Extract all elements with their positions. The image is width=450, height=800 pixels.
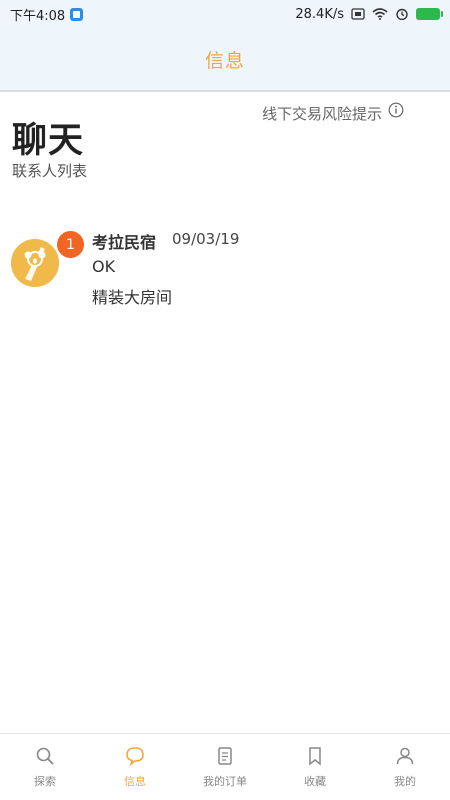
unread-badge: 1 [57,231,84,258]
nav-item-messages[interactable]: 信息 [90,734,180,800]
bottom-nav: 探索 信息 我的订单 收藏 我的 [0,733,450,800]
nav-label-messages: 信息 [124,775,146,788]
app-bar-title: 信息 [204,49,245,72]
nav-item-favorites[interactable]: 收藏 [270,734,360,800]
alarm-icon [396,8,408,20]
risk-tip-label: 线下交易风险提示 [261,105,382,123]
info-icon[interactable] [388,102,404,118]
nav-label-explore: 探索 [34,775,56,788]
page-subtitle: 联系人列表 [12,162,88,180]
nav-label-orders: 我的订单 [203,775,247,788]
status-right: 28.4K/s [295,6,443,22]
chat-bubble-icon [126,747,144,767]
profile-icon [396,747,414,765]
nav-item-explore[interactable]: 探索 [0,734,90,800]
wifi-icon [372,8,388,20]
screen: 下午4:08 28.4K/s 信息 线下交易风险提示 聊天 联系人列表 1 考拉… [0,0,450,800]
status-left: 下午4:08 [10,5,84,24]
avatar [11,239,59,287]
nav-item-orders[interactable]: 我的订单 [180,734,270,800]
sim-icon [351,8,365,20]
order-icon [218,747,232,765]
chat-list-item[interactable]: 1 考拉民宿 09/03/19 OK 精装大房间 [0,224,450,314]
page-title: 聊天 [12,121,85,161]
chat-room-name: 精装大房间 [92,288,173,307]
risk-tip-link[interactable]: 线下交易风险提示 [262,103,382,124]
bookmark-icon [309,747,321,766]
koala-logo-icon [11,239,59,287]
status-bar: 下午4:08 28.4K/s [0,0,450,28]
battery-icon [416,8,443,20]
app-bar: 信息 [0,28,450,92]
chat-name: 考拉民宿 [92,233,157,252]
nav-label-profile: 我的 [394,775,416,788]
nav-label-favorites: 收藏 [304,775,326,788]
search-icon [36,747,54,765]
nav-item-profile[interactable]: 我的 [360,734,450,800]
status-time: 下午4:08 [10,8,66,24]
chat-last-message: OK [92,257,116,276]
network-speed: 28.4K/s [295,6,344,22]
chat-date: 09/03/19 [172,230,240,248]
app-notification-icon [70,7,84,21]
